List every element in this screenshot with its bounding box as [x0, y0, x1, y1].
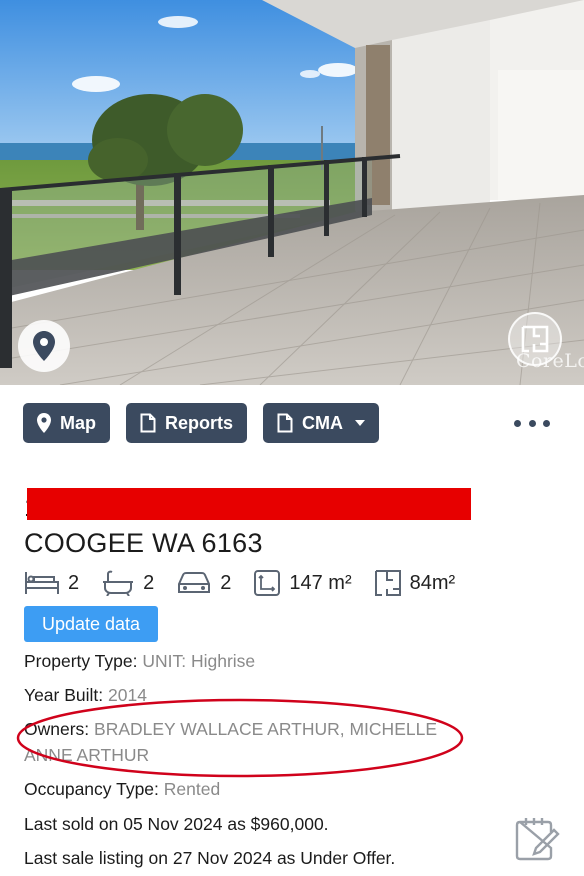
ellipsis-dot-icon — [528, 419, 536, 427]
bedrooms: 2 — [24, 570, 79, 596]
map-pin-icon — [33, 331, 55, 361]
property-type-row: Property Type: UNIT: Highrise — [24, 648, 255, 674]
edit-notes-icon[interactable] — [514, 814, 560, 862]
property-photo[interactable]: CoreLogic — [0, 0, 584, 385]
reports-button-label: Reports — [165, 412, 234, 433]
year-built-value: 2014 — [108, 685, 147, 705]
map-pin-button[interactable] — [18, 320, 70, 372]
bathrooms-count: 2 — [143, 571, 155, 594]
document-icon — [277, 413, 293, 433]
map-button-label: Map — [60, 412, 96, 433]
land-size-value: 147 m² — [289, 571, 352, 594]
more-options-button[interactable] — [510, 412, 554, 434]
floor-area-value: 84m² — [409, 571, 456, 594]
bath-icon — [103, 570, 134, 596]
cma-dropdown-button[interactable]: CMA — [263, 403, 380, 443]
corelogic-watermark: CoreLogic — [516, 350, 584, 372]
bed-icon — [25, 572, 59, 594]
action-toolbar: Map Reports CMA — [23, 403, 395, 443]
cma-button-label: CMA — [302, 412, 344, 433]
balcony-photo — [0, 0, 584, 385]
ellipsis-dot-icon — [514, 419, 521, 427]
car-icon — [178, 572, 211, 593]
last-listing-text: Last sale listing on 27 Nov 2024 as Unde… — [24, 848, 396, 868]
property-type-label: Property Type: — [24, 651, 143, 671]
redaction-bar — [27, 488, 471, 520]
bedrooms-count: 2 — [68, 571, 80, 594]
land-size: 147 m² — [253, 569, 352, 597]
map-marker-icon — [37, 413, 51, 433]
bathrooms: 2 — [101, 570, 154, 596]
property-type-value: UNIT: Highrise — [142, 651, 256, 671]
floor-area: 84m² — [374, 569, 456, 597]
occupancy-row: Occupancy Type: Rented — [24, 776, 220, 802]
floor-plan-icon — [374, 570, 401, 596]
property-features: 2 2 2 147 m² 84m² — [24, 566, 477, 600]
occupancy-value: Rented — [163, 779, 221, 799]
update-data-button[interactable]: Update data — [24, 606, 158, 642]
car-spaces: 2 — [176, 570, 231, 596]
year-built-row: Year Built: 2014 — [24, 682, 147, 708]
owners-row: Owners: BRADLEY WALLACE ARTHUR, MICHELLE… — [24, 716, 444, 768]
last-sold-text: Last sold on 05 Nov 2024 as $960,000. — [24, 814, 329, 834]
reports-button[interactable]: Reports — [126, 403, 248, 443]
owners-label: Owners: — [24, 719, 95, 739]
caret-down-icon — [355, 420, 366, 426]
land-area-icon — [254, 570, 281, 596]
document-icon — [140, 413, 156, 433]
address-suburb: COOGEE WA 6163 — [24, 528, 263, 558]
car-spaces-count: 2 — [220, 571, 232, 594]
ellipsis-dot-icon — [543, 419, 550, 427]
occupancy-label: Occupancy Type: — [24, 779, 164, 799]
map-button[interactable]: Map — [23, 403, 110, 443]
year-built-label: Year Built: — [24, 685, 108, 705]
